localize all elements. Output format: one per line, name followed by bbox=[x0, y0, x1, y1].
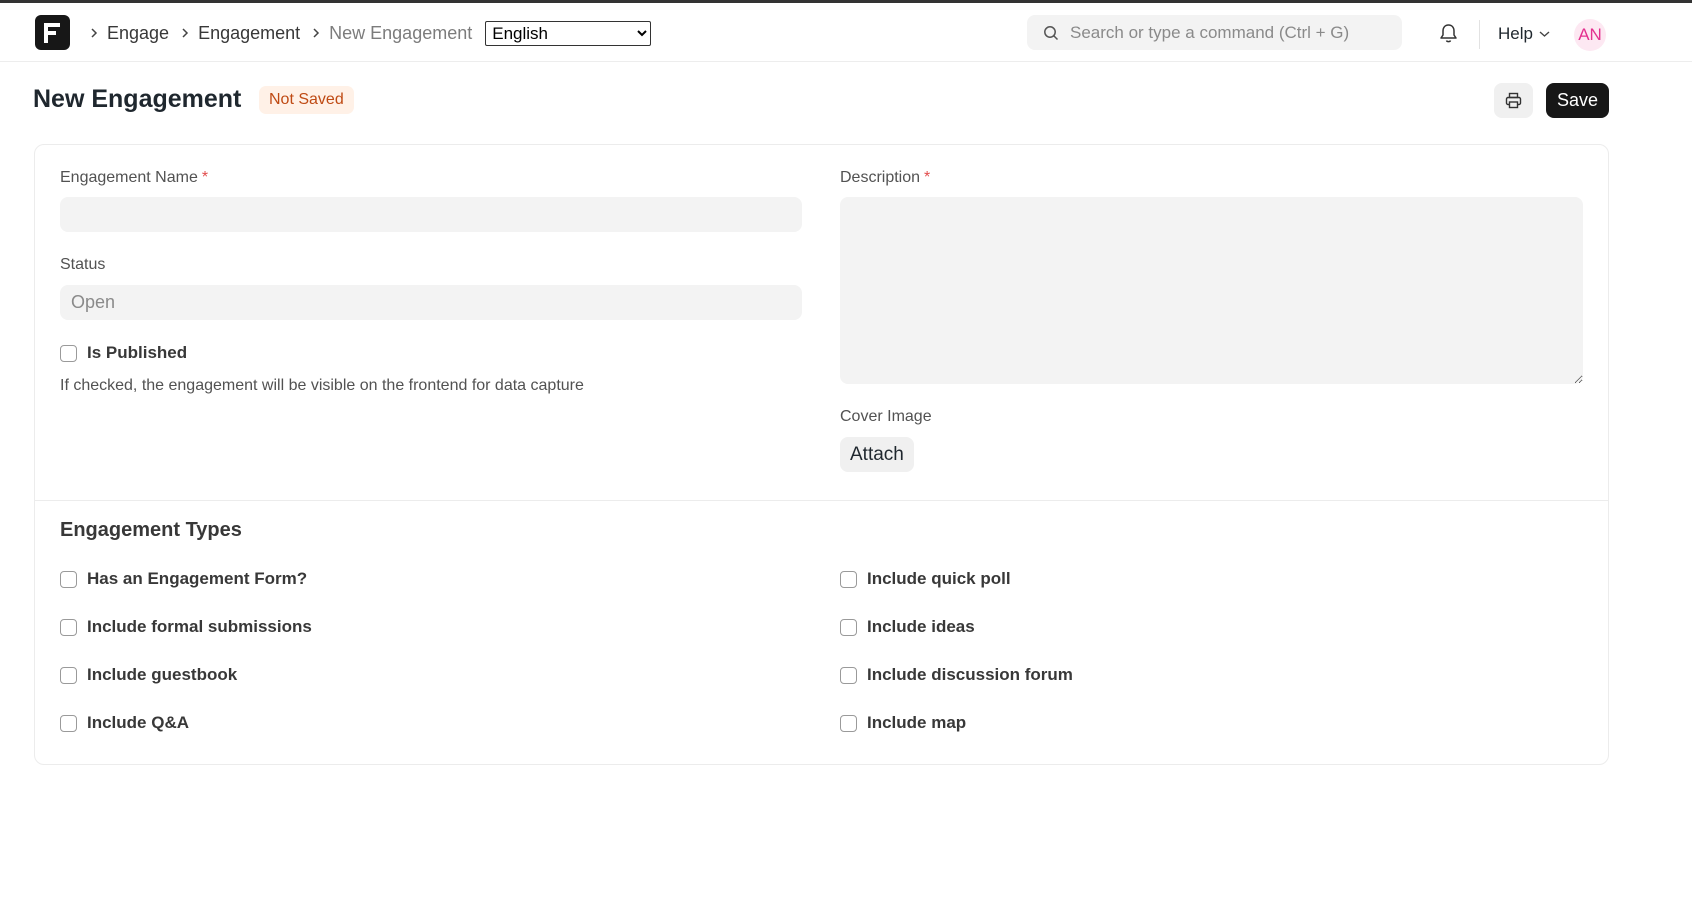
required-asterisk: * bbox=[201, 169, 209, 186]
search-icon bbox=[1043, 25, 1059, 41]
notifications-bell-icon[interactable] bbox=[1439, 23, 1458, 44]
include-ideas-checkbox[interactable] bbox=[840, 618, 857, 636]
language-select[interactable]: English bbox=[485, 20, 652, 46]
include-guestbook-label: Include guestbook bbox=[87, 665, 238, 684]
attach-button[interactable]: Attach bbox=[840, 437, 914, 472]
help-dropdown[interactable]: Help bbox=[1498, 24, 1550, 44]
include-ideas-label: Include ideas bbox=[867, 617, 975, 636]
search-input[interactable] bbox=[1070, 22, 1370, 43]
status-label: Status bbox=[60, 256, 106, 273]
required-asterisk: * bbox=[924, 169, 931, 186]
include-discussion-forum-row[interactable]: Include discussion forum bbox=[840, 665, 1073, 685]
chevron-right-icon bbox=[181, 27, 189, 39]
is-published-description: If checked, the engagement will be visib… bbox=[60, 377, 584, 394]
description-label: Description * bbox=[840, 169, 930, 187]
include-guestbook-row[interactable]: Include guestbook bbox=[60, 665, 237, 685]
cover-image-label: Cover Image bbox=[840, 408, 932, 425]
form-card: Engagement Name* Status Is Published If … bbox=[34, 144, 1609, 765]
engagement-name-label: Engagement Name * bbox=[60, 169, 208, 187]
navbar-divider bbox=[1479, 20, 1480, 49]
breadcrumb-engagement[interactable]: Engagement bbox=[198, 23, 300, 44]
frappe-logo-icon bbox=[43, 22, 60, 43]
navbar: Engage Engagement New Engagement English… bbox=[0, 3, 1692, 62]
breadcrumb: Engage Engagement New Engagement English bbox=[86, 20, 652, 46]
user-avatar[interactable]: AN bbox=[1574, 19, 1606, 51]
chevron-right-icon bbox=[312, 27, 320, 39]
engagement-name-label-text: Engagement Name bbox=[60, 169, 198, 186]
include-quick-poll-row[interactable]: Include quick poll bbox=[840, 569, 1011, 589]
include-discussion-forum-checkbox[interactable] bbox=[840, 666, 857, 684]
include-formal-submissions-label: Include formal submissions bbox=[87, 617, 312, 636]
include-formal-submissions-row[interactable]: Include formal submissions bbox=[60, 617, 312, 637]
is-published-checkbox[interactable] bbox=[60, 344, 77, 362]
include-qa-checkbox[interactable] bbox=[60, 714, 77, 732]
breadcrumb-current: New Engagement bbox=[329, 22, 473, 43]
is-published-label: Is Published bbox=[87, 343, 188, 362]
include-qa-label: Include Q&A bbox=[87, 713, 190, 732]
is-published-row[interactable]: Is Published bbox=[60, 343, 187, 363]
printer-icon bbox=[1505, 92, 1522, 109]
help-label: Help bbox=[1498, 24, 1533, 43]
chevron-right-icon bbox=[90, 27, 98, 39]
include-formal-submissions-checkbox[interactable] bbox=[60, 618, 77, 636]
include-map-label: Include map bbox=[867, 713, 967, 732]
include-map-checkbox[interactable] bbox=[840, 714, 857, 732]
search-bar[interactable] bbox=[1027, 15, 1402, 50]
has-engagement-form-row[interactable]: Has an Engagement Form? bbox=[60, 569, 307, 589]
status-indicator-badge: Not Saved bbox=[259, 86, 354, 114]
include-qa-row[interactable]: Include Q&A bbox=[60, 713, 189, 733]
status-input[interactable] bbox=[60, 285, 802, 320]
include-guestbook-checkbox[interactable] bbox=[60, 666, 77, 684]
engagement-name-input[interactable] bbox=[60, 197, 802, 232]
has-engagement-form-checkbox[interactable] bbox=[60, 570, 77, 588]
include-ideas-row[interactable]: Include ideas bbox=[840, 617, 975, 637]
engagement-types-title: Engagement Types bbox=[60, 519, 242, 541]
print-button[interactable] bbox=[1494, 83, 1533, 118]
include-discussion-forum-label: Include discussion forum bbox=[867, 665, 1073, 684]
section-divider bbox=[35, 500, 1608, 501]
description-label-text: Description bbox=[840, 169, 921, 186]
has-engagement-form-label: Has an Engagement Form? bbox=[87, 569, 308, 588]
save-button[interactable]: Save bbox=[1546, 83, 1609, 118]
chevron-down-icon bbox=[1539, 30, 1550, 38]
description-textarea[interactable] bbox=[840, 197, 1583, 384]
breadcrumb-engage[interactable]: Engage bbox=[107, 23, 169, 44]
include-map-row[interactable]: Include map bbox=[840, 713, 966, 733]
app-logo[interactable] bbox=[35, 15, 70, 50]
page-title: New Engagement bbox=[33, 85, 242, 113]
include-quick-poll-checkbox[interactable] bbox=[840, 570, 857, 588]
include-quick-poll-label: Include quick poll bbox=[867, 569, 1011, 588]
